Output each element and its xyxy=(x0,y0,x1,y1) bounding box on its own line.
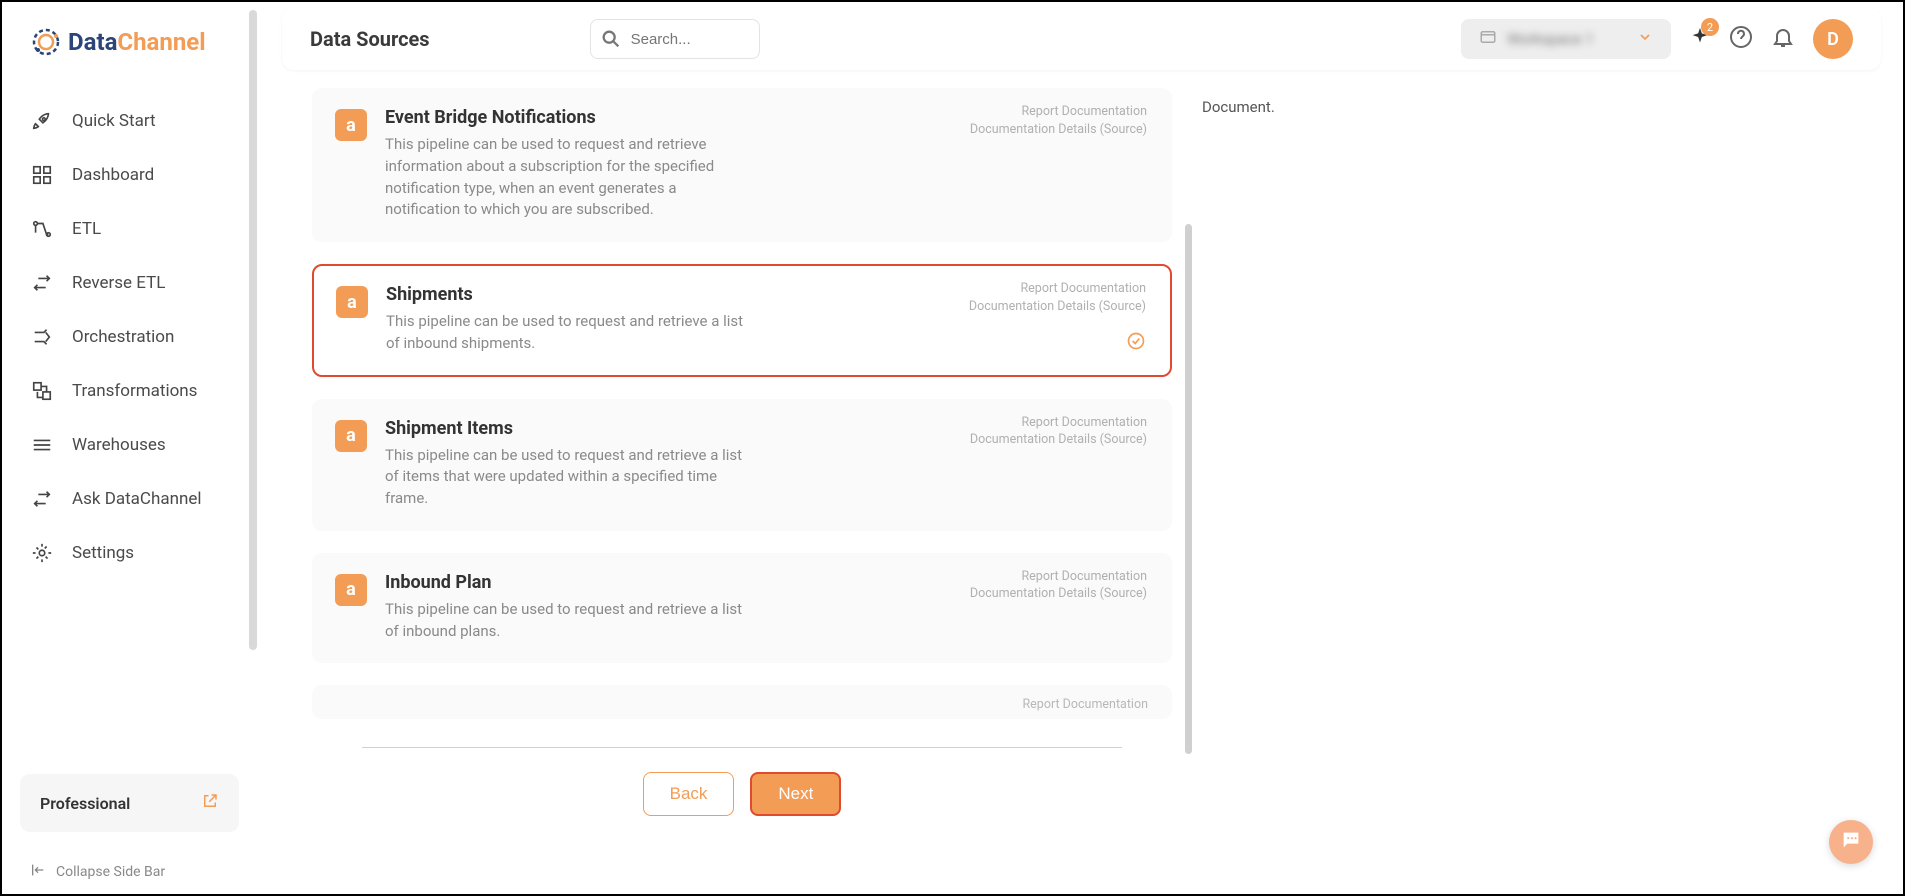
workspace-label: Workspace 1 xyxy=(1507,30,1627,48)
sidebar-item-label: Warehouses xyxy=(72,435,166,455)
list-scrollbar[interactable] xyxy=(1185,224,1192,754)
pipeline-card-shipment-items[interactable]: a Shipment Items This pipeline can be us… xyxy=(312,399,1172,531)
sidebar-item-label: Transformations xyxy=(72,381,197,401)
card-desc: This pipeline can be used to request and… xyxy=(385,599,755,643)
report-doc-link[interactable]: Report Documentation xyxy=(970,103,1147,121)
header-right: Workspace 1 2 D xyxy=(1461,19,1853,59)
sidebar-item-quick-start[interactable]: Quick Start xyxy=(2,94,257,148)
back-button[interactable]: Back xyxy=(643,772,735,816)
notification-badge: 2 xyxy=(1701,18,1719,36)
sidebar-item-label: Ask DataChannel xyxy=(72,489,202,509)
sidebar-item-label: ETL xyxy=(72,219,101,239)
external-link-icon xyxy=(201,792,219,814)
amazon-icon: a xyxy=(335,109,367,141)
sparkle-icon[interactable]: 2 xyxy=(1689,26,1711,52)
chat-icon xyxy=(1840,829,1862,855)
search-wrap xyxy=(590,19,760,59)
amazon-icon: a xyxy=(335,574,367,606)
report-doc-link[interactable]: Report Documentation xyxy=(970,568,1147,586)
sidebar-item-transformations[interactable]: Transformations xyxy=(2,364,257,418)
card-links: Report Documentation Documentation Detai… xyxy=(970,568,1147,603)
sidebar-nav: Quick Start Dashboard ETL Reverse ETL Or… xyxy=(2,82,257,774)
pipeline-card-inbound-plan[interactable]: a Inbound Plan This pipeline can be used… xyxy=(312,553,1172,664)
pipeline-card-peek[interactable]: Report Documentation xyxy=(312,685,1172,719)
avatar-letter: D xyxy=(1827,29,1839,50)
card-list: a Event Bridge Notifications This pipeli… xyxy=(312,84,1172,719)
logo-text: DataChannel xyxy=(68,28,206,56)
etl-icon xyxy=(30,217,54,241)
sidebar-item-label: Reverse ETL xyxy=(72,273,165,293)
card-links: Report Documentation Documentation Detai… xyxy=(970,103,1147,138)
plan-label: Professional xyxy=(40,794,130,813)
card-links: Report Documentation Documentation Detai… xyxy=(969,280,1146,315)
report-doc-link[interactable]: Report Documentation xyxy=(970,414,1147,432)
pipeline-card-event-bridge[interactable]: a Event Bridge Notifications This pipeli… xyxy=(312,88,1172,242)
detail-text: Document. xyxy=(1202,98,1762,116)
bell-icon[interactable] xyxy=(1771,25,1795,53)
report-doc-link[interactable]: Report Documentation xyxy=(1022,697,1148,712)
sidebar: DataChannel Quick Start Dashboard ETL Re… xyxy=(2,2,257,894)
rocket-icon xyxy=(30,109,54,133)
card-links: Report Documentation Documentation Detai… xyxy=(970,414,1147,449)
sidebar-item-label: Dashboard xyxy=(72,165,154,185)
doc-details-link[interactable]: Documentation Details (Source) xyxy=(970,585,1147,603)
main-right: Document. xyxy=(1202,84,1762,886)
reverse-etl-icon xyxy=(30,271,54,295)
warehouse-icon xyxy=(30,433,54,457)
page-title: Data Sources xyxy=(310,27,430,51)
collapse-label: Collapse Side Bar xyxy=(56,864,165,880)
help-icon[interactable] xyxy=(1729,25,1753,53)
card-desc: This pipeline can be used to request and… xyxy=(386,311,756,355)
sidebar-item-label: Settings xyxy=(72,543,134,563)
sidebar-scrollbar[interactable] xyxy=(249,10,257,650)
avatar[interactable]: D xyxy=(1813,19,1853,59)
doc-details-link[interactable]: Documentation Details (Source) xyxy=(970,431,1147,449)
doc-details-link[interactable]: Documentation Details (Source) xyxy=(970,121,1147,139)
workspace-icon xyxy=(1479,28,1497,50)
chat-bubble[interactable] xyxy=(1829,820,1873,864)
main: a Event Bridge Notifications This pipeli… xyxy=(282,84,1881,886)
amazon-icon: a xyxy=(335,420,367,452)
sidebar-item-etl[interactable]: ETL xyxy=(2,202,257,256)
main-left: a Event Bridge Notifications This pipeli… xyxy=(282,84,1202,886)
dashboard-icon xyxy=(30,163,54,187)
gear-icon xyxy=(30,541,54,565)
sidebar-item-warehouses[interactable]: Warehouses xyxy=(2,418,257,472)
header: Data Sources Workspace 1 2 D xyxy=(282,8,1881,70)
brand-logo[interactable]: DataChannel xyxy=(2,2,257,82)
sidebar-item-dashboard[interactable]: Dashboard xyxy=(2,148,257,202)
sidebar-item-orchestration[interactable]: Orchestration xyxy=(2,310,257,364)
sidebar-item-ask[interactable]: Ask DataChannel xyxy=(2,472,257,526)
chevron-down-icon xyxy=(1637,29,1653,49)
logo-icon xyxy=(30,26,62,58)
amazon-icon: a xyxy=(336,286,368,318)
sidebar-item-reverse-etl[interactable]: Reverse ETL xyxy=(2,256,257,310)
footer-buttons: Back Next xyxy=(312,748,1172,840)
sidebar-item-label: Quick Start xyxy=(72,111,156,131)
orchestration-icon xyxy=(30,325,54,349)
report-doc-link[interactable]: Report Documentation xyxy=(969,280,1146,298)
ask-icon xyxy=(30,487,54,511)
collapse-sidebar[interactable]: Collapse Side Bar xyxy=(2,850,257,894)
card-desc: This pipeline can be used to request and… xyxy=(385,134,755,221)
sidebar-item-settings[interactable]: Settings xyxy=(2,526,257,580)
doc-details-link[interactable]: Documentation Details (Source) xyxy=(969,298,1146,316)
sidebar-item-label: Orchestration xyxy=(72,327,174,347)
transformations-icon xyxy=(30,379,54,403)
search-icon xyxy=(600,28,622,54)
next-button[interactable]: Next xyxy=(750,772,841,816)
pipeline-card-shipments[interactable]: a Shipments This pipeline can be used to… xyxy=(312,264,1172,377)
workspace-selector[interactable]: Workspace 1 xyxy=(1461,19,1671,59)
collapse-icon xyxy=(30,862,46,882)
plan-box[interactable]: Professional xyxy=(20,774,239,832)
card-desc: This pipeline can be used to request and… xyxy=(385,445,755,510)
check-circle-icon xyxy=(1126,331,1146,355)
